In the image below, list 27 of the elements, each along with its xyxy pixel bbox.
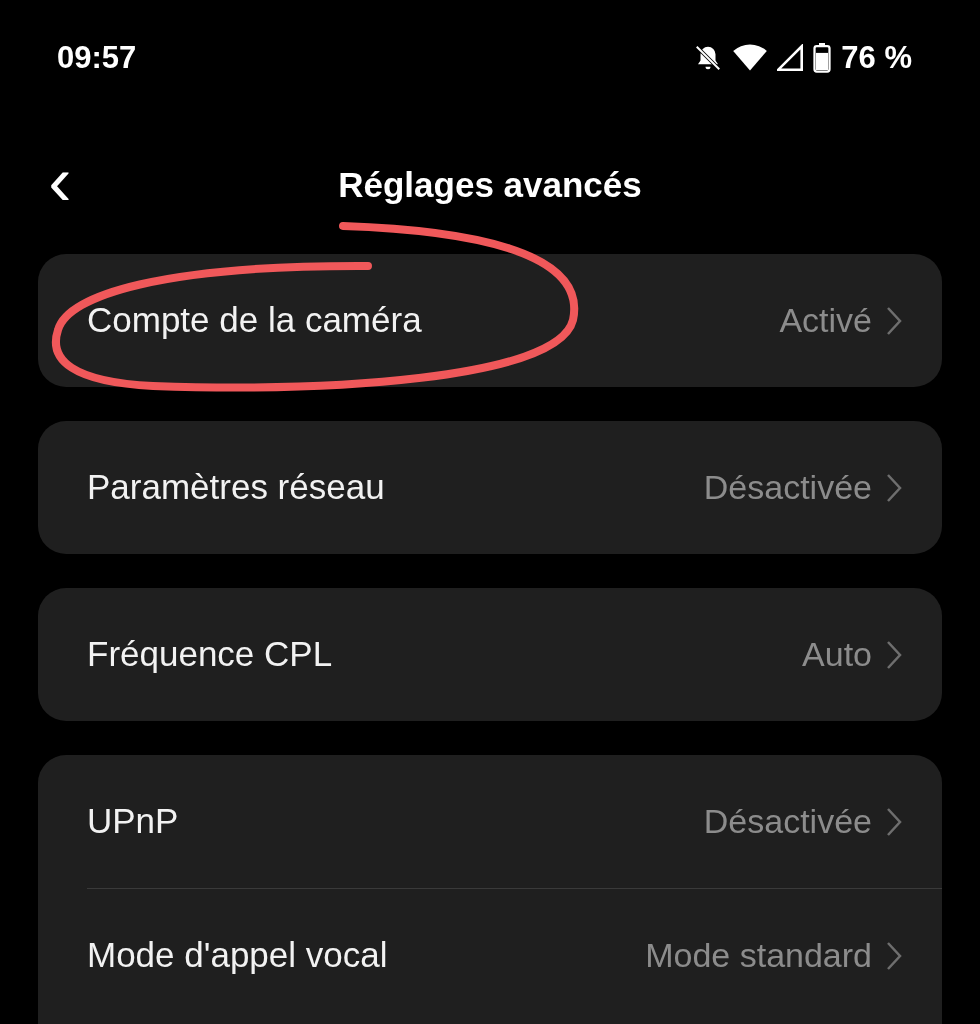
setting-value: Désactivée [703, 467, 872, 508]
setting-label: UPnP [87, 800, 179, 843]
chevron-right-icon [886, 305, 902, 336]
settings-row[interactable]: Paramètres réseau Désactivée [38, 421, 942, 554]
setting-value: Mode standard [645, 935, 872, 976]
setting-label: Mode d'appel vocal [87, 934, 388, 977]
setting-value: Activé [779, 300, 872, 341]
page-title: Réglages avancés [338, 163, 642, 206]
status-time: 09:57 [57, 38, 137, 77]
setting-label: Compte de la caméra [87, 299, 422, 342]
battery-percentage: 76 % [841, 38, 912, 77]
signal-icon [777, 44, 804, 72]
setting-label: Fréquence CPL [87, 633, 333, 676]
back-button[interactable]: ‹ [40, 146, 80, 216]
settings-row[interactable]: UPnP Désactivée [38, 755, 942, 888]
setting-value: Auto [802, 634, 872, 675]
setting-value: Désactivée [703, 801, 872, 842]
setting-label: Paramètres réseau [87, 466, 385, 509]
settings-row[interactable]: Mode d'appel vocal Mode standard [38, 889, 942, 1022]
chevron-right-icon [886, 472, 902, 503]
wifi-icon [733, 44, 768, 72]
chevron-right-icon [886, 940, 902, 971]
battery-icon [813, 43, 832, 73]
chevron-right-icon [886, 639, 902, 670]
settings-row[interactable]: Fréquence CPL Auto [38, 588, 942, 721]
chevron-right-icon [886, 806, 902, 837]
settings-row[interactable]: Compte de la caméra Activé [38, 254, 942, 387]
